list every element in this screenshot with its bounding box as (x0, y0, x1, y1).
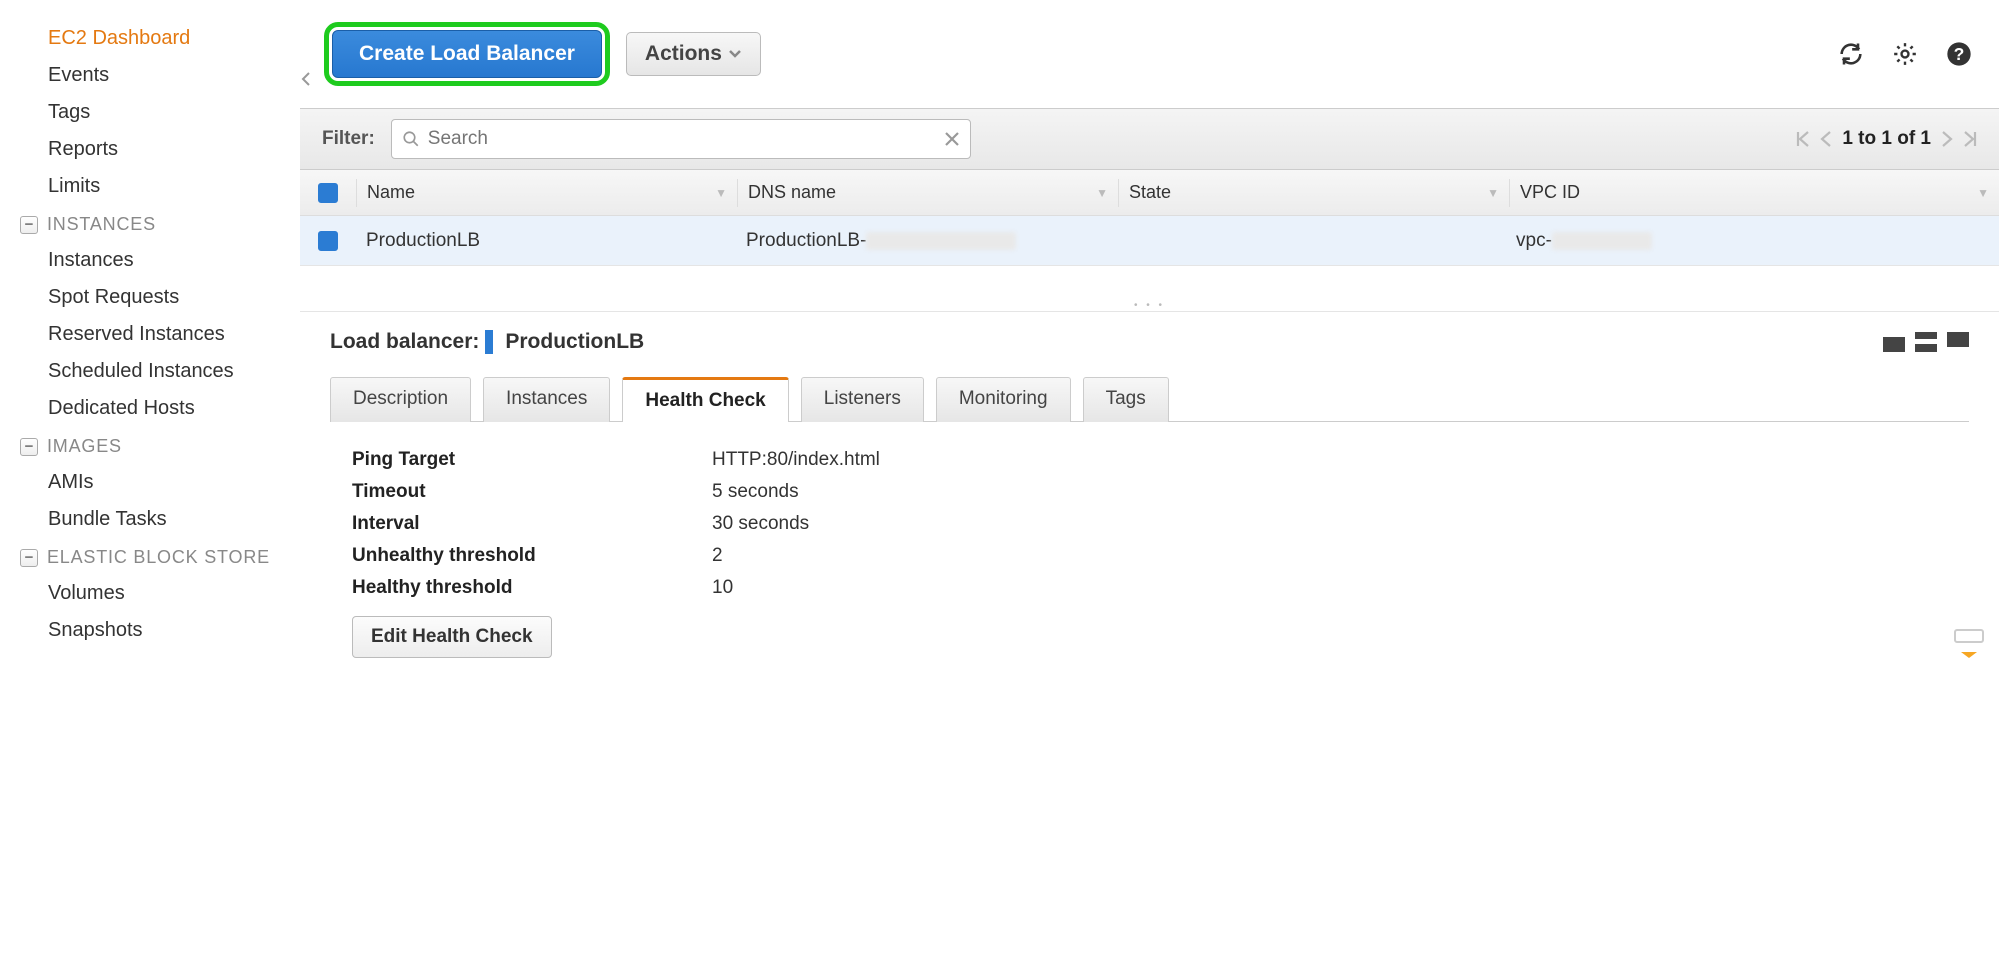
nav-group-label: ELASTIC BLOCK STORE (47, 547, 270, 568)
chevron-down-icon (728, 49, 742, 59)
health-check-table: Ping TargetHTTP:80/index.html Timeout5 s… (352, 444, 1969, 658)
tab-monitoring[interactable]: Monitoring (936, 377, 1071, 422)
nav-spot-requests[interactable]: Spot Requests (8, 279, 300, 316)
nav-group-instances[interactable]: − INSTANCES (8, 205, 300, 242)
create-load-balancer-button[interactable]: Create Load Balancer (332, 30, 602, 78)
pager: 1 to 1 of 1 (1796, 128, 1977, 150)
redacted-text (1552, 232, 1652, 250)
resize-handle[interactable]: • • • (300, 300, 1999, 312)
nav-group-label: IMAGES (47, 436, 122, 457)
kv-val: 10 (712, 577, 733, 599)
redacted-text (866, 232, 1016, 250)
sort-icon: ▼ (1977, 186, 1989, 200)
refresh-icon (1837, 40, 1865, 68)
minus-icon: − (20, 549, 38, 567)
kv-key: Timeout (352, 481, 712, 503)
detail-title-label: Load balancer: (330, 330, 479, 354)
tab-tags[interactable]: Tags (1083, 377, 1169, 422)
tab-health-check[interactable]: Health Check (622, 377, 788, 422)
sort-icon: ▼ (1487, 186, 1499, 200)
nav-tags[interactable]: Tags (8, 94, 300, 131)
sidebar: EC2 Dashboard Events Tags Reports Limits… (0, 0, 300, 688)
settings-button[interactable] (1887, 36, 1923, 72)
column-header-state[interactable]: State▼ (1119, 182, 1509, 203)
svg-text:?: ? (1954, 44, 1965, 64)
nav-ec2-dashboard[interactable]: EC2 Dashboard (8, 20, 300, 57)
clear-search-button[interactable] (944, 131, 960, 147)
kv-key: Interval (352, 513, 712, 535)
kv-key: Unhealthy threshold (352, 545, 712, 567)
feedback-button[interactable] (1949, 628, 1989, 658)
layout-split-button[interactable] (1915, 332, 1937, 352)
main-content: Create Load Balancer Actions ? Filter: (300, 0, 1999, 688)
tab-instances[interactable]: Instances (483, 377, 610, 422)
search-container (391, 119, 971, 159)
highlight-box: Create Load Balancer (324, 22, 610, 86)
collapse-sidebar-button[interactable] (295, 68, 317, 90)
column-header-vpc[interactable]: VPC ID▼ (1510, 182, 1999, 203)
layout-top-button[interactable] (1883, 332, 1905, 352)
pager-text: 1 to 1 of 1 (1842, 128, 1931, 150)
row-checkbox[interactable] (318, 231, 338, 251)
status-indicator (485, 330, 493, 354)
tab-listeners[interactable]: Listeners (801, 377, 924, 422)
gear-icon (1892, 41, 1918, 67)
refresh-button[interactable] (1833, 36, 1869, 72)
tab-description[interactable]: Description (330, 377, 471, 422)
edit-health-check-button[interactable]: Edit Health Check (352, 616, 552, 658)
sort-icon: ▼ (1096, 186, 1108, 200)
nav-events[interactable]: Events (8, 57, 300, 94)
nav-instances[interactable]: Instances (8, 242, 300, 279)
detail-title-name: ProductionLB (505, 330, 644, 354)
search-icon (402, 130, 420, 148)
kv-key: Ping Target (352, 449, 712, 471)
cell-vpc: vpc- (1506, 230, 1999, 252)
kv-val: 5 seconds (712, 481, 799, 503)
nav-group-ebs[interactable]: − ELASTIC BLOCK STORE (8, 538, 300, 575)
select-all-checkbox[interactable] (318, 183, 338, 203)
nav-amis[interactable]: AMIs (8, 464, 300, 501)
detail-tabs: Description Instances Health Check Liste… (330, 376, 1969, 422)
pager-next-button[interactable] (1941, 131, 1953, 147)
table-row[interactable]: ProductionLB ProductionLB- vpc- (300, 216, 1999, 266)
nav-reports[interactable]: Reports (8, 131, 300, 168)
actions-dropdown-button[interactable]: Actions (626, 32, 761, 76)
kv-val: 2 (712, 545, 723, 567)
kv-key: Healthy threshold (352, 577, 712, 599)
search-input[interactable] (428, 128, 944, 150)
nav-snapshots[interactable]: Snapshots (8, 612, 300, 649)
sort-icon: ▼ (715, 186, 727, 200)
nav-dedicated-hosts[interactable]: Dedicated Hosts (8, 390, 300, 427)
column-header-dns[interactable]: DNS name▼ (738, 182, 1118, 203)
filter-label: Filter: (322, 128, 375, 150)
minus-icon: − (20, 438, 38, 456)
pager-last-button[interactable] (1963, 131, 1977, 147)
toolbar: Create Load Balancer Actions ? (300, 0, 1999, 108)
actions-label: Actions (645, 42, 722, 66)
pager-first-button[interactable] (1796, 131, 1810, 147)
detail-panel: Load balancer: ProductionLB Description … (300, 312, 1999, 688)
cell-name: ProductionLB (356, 230, 736, 252)
cell-dns: ProductionLB- (736, 230, 1116, 252)
pager-prev-button[interactable] (1820, 131, 1832, 147)
nav-scheduled-instances[interactable]: Scheduled Instances (8, 353, 300, 390)
help-button[interactable]: ? (1941, 36, 1977, 72)
filter-bar: Filter: 1 to 1 of 1 (300, 108, 1999, 170)
load-balancer-table: Name▼ DNS name▼ State▼ VPC ID▼ Productio… (300, 170, 1999, 312)
kv-val: HTTP:80/index.html (712, 449, 880, 471)
nav-reserved-instances[interactable]: Reserved Instances (8, 316, 300, 353)
layout-bottom-button[interactable] (1947, 332, 1969, 352)
column-header-name[interactable]: Name▼ (357, 182, 737, 203)
nav-limits[interactable]: Limits (8, 168, 300, 205)
close-icon (944, 131, 960, 147)
kv-val: 30 seconds (712, 513, 809, 535)
nav-volumes[interactable]: Volumes (8, 575, 300, 612)
nav-group-label: INSTANCES (47, 214, 156, 235)
help-icon: ? (1945, 40, 1973, 68)
nav-group-images[interactable]: − IMAGES (8, 427, 300, 464)
nav-bundle-tasks[interactable]: Bundle Tasks (8, 501, 300, 538)
minus-icon: − (20, 216, 38, 234)
